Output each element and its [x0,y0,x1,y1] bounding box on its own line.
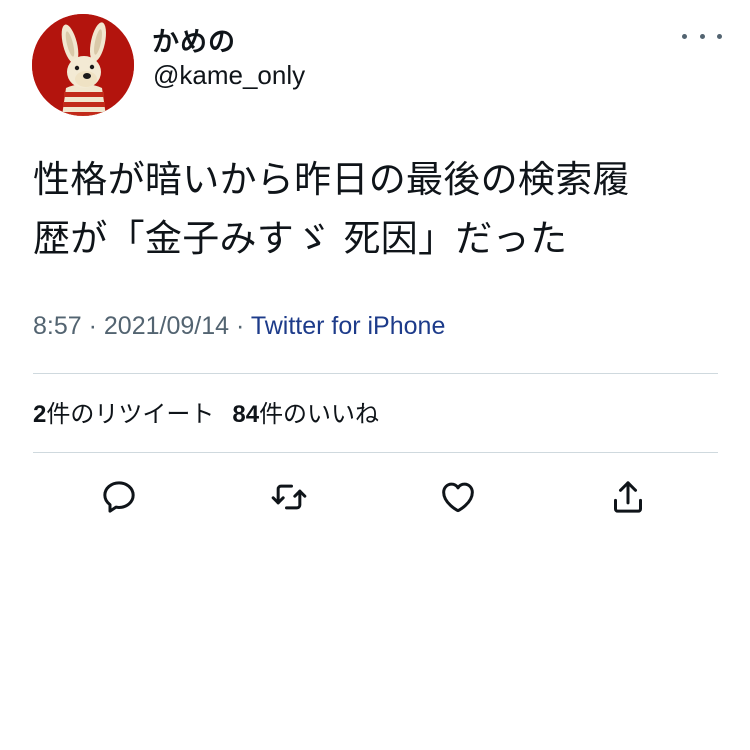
likes-count: 84 [232,401,260,428]
dot [682,33,687,39]
tweet-date[interactable]: 2021/09/14 [104,312,229,340]
retweet-button[interactable] [264,472,314,522]
retweets-stat[interactable]: 2件のリツイート [33,400,214,428]
like-button[interactable] [433,472,483,522]
plush-dog-avatar-icon [32,14,134,116]
likes-stat[interactable]: 84件のいいね [232,400,379,428]
divider [33,452,718,453]
more-options-icon[interactable] [682,26,722,46]
share-icon [614,481,642,513]
dot [717,33,722,39]
tweet-text-line: 性格が暗いから昨日の最後の検索履 [33,158,630,201]
meta-separator: · [235,312,245,340]
tweet-header: かめの @kame_only [32,14,722,116]
dot [699,33,705,39]
author-handle[interactable]: @kame_only [153,60,305,91]
share-button[interactable] [603,472,653,522]
divider [33,373,718,374]
tweet-time[interactable]: 8:57 [33,312,82,340]
tweet-actions [0,472,750,522]
reply-button[interactable] [94,472,144,522]
like-icon [442,482,474,513]
retweets-label: 件のリツイート [46,400,215,428]
retweet-icon [271,484,307,510]
tweet-stats: 2件のリツイート 84件のいいね [33,394,379,429]
tweet-source-link[interactable]: Twitter for iPhone [251,312,446,340]
retweets-count: 2 [33,401,47,428]
meta-separator: · [88,312,97,340]
reply-icon [103,481,135,513]
likes-label: 件のいいね [259,400,380,428]
avatar[interactable] [32,14,134,116]
tweet-meta: 8:57 · 2021/09/14 · Twitter for iPhone [33,312,445,341]
author-display-name[interactable]: かめの [152,20,236,59]
tweet-text-line: 歴が「金子みすゞ 死因」だった [33,217,568,260]
tweet-text: 性格が暗いから昨日の最後の検索履 歴が「金子みすゞ 死因」だった [33,150,723,268]
